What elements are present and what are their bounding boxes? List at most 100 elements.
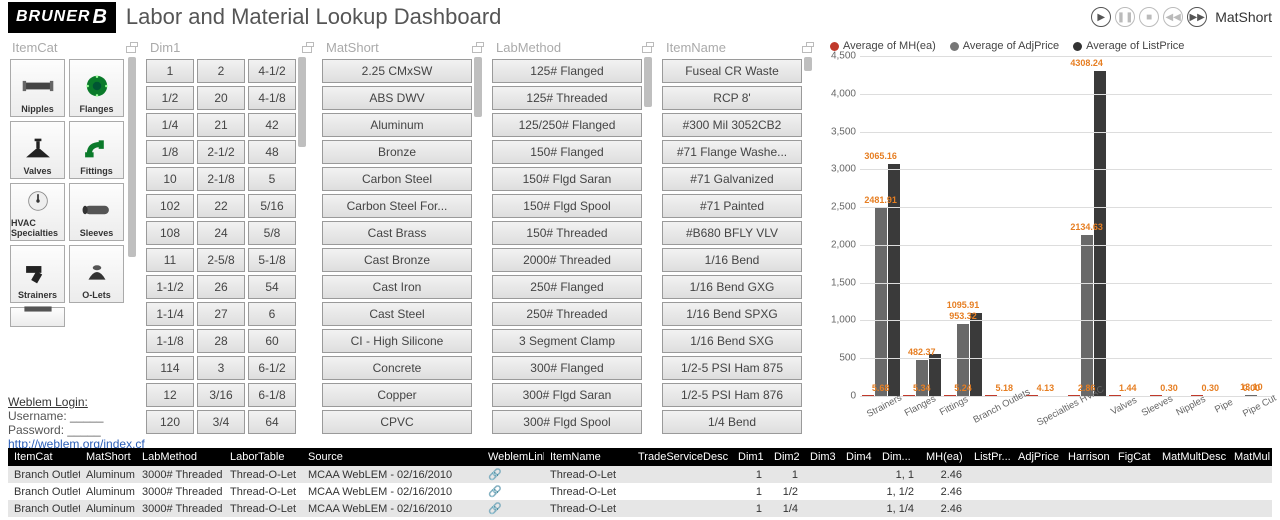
dim1-option[interactable]: 1/4 [146, 113, 194, 137]
labmethod-option[interactable]: 300# Flgd Spool [492, 410, 642, 434]
pause-icon[interactable]: ❚❚ [1115, 7, 1135, 27]
column-header[interactable]: LaborTable [224, 448, 302, 466]
column-header[interactable]: ItemName [544, 448, 632, 466]
link-icon[interactable]: 🔗 [488, 503, 502, 515]
column-header[interactable]: AdjPrice [1012, 448, 1062, 466]
itemname-option[interactable]: #71 Flange Washe... [662, 140, 802, 164]
dim1-option[interactable]: 22 [197, 194, 245, 218]
dim1-option[interactable]: 5/16 [248, 194, 296, 218]
itemname-option[interactable]: RCP 8' [662, 86, 802, 110]
itemname-option[interactable]: #71 Galvanized [662, 167, 802, 191]
dim1-option[interactable]: 27 [197, 302, 245, 326]
dim1-option[interactable]: 48 [248, 140, 296, 164]
dim1-option[interactable]: 54 [248, 275, 296, 299]
clear-filter-icon[interactable] [124, 42, 138, 54]
itemname-option[interactable]: #71 Painted [662, 194, 802, 218]
dim1-option[interactable]: 42 [248, 113, 296, 137]
dim1-option[interactable]: 1-1/4 [146, 302, 194, 326]
column-header[interactable]: MatMultDesc [1156, 448, 1228, 466]
bar[interactable] [1094, 71, 1106, 397]
dim1-option[interactable]: 5-1/8 [248, 248, 296, 272]
dim1-option[interactable]: 120 [146, 410, 194, 434]
matshort-option[interactable]: Aluminum [322, 113, 472, 137]
column-header[interactable]: Source [302, 448, 482, 466]
labmethod-option[interactable]: 125# Flanged [492, 59, 642, 83]
link-icon[interactable]: 🔗 [488, 469, 502, 481]
column-header[interactable]: Dim2 [768, 448, 804, 466]
dim1-option[interactable]: 64 [248, 410, 296, 434]
clear-filter-icon[interactable] [800, 42, 814, 54]
matshort-option[interactable]: Cast Steel [322, 302, 472, 326]
dim1-option[interactable]: 24 [197, 221, 245, 245]
dim1-option[interactable]: 26 [197, 275, 245, 299]
matshort-option[interactable]: Carbon Steel For... [322, 194, 472, 218]
dim1-option[interactable]: 6-1/2 [248, 356, 296, 380]
table-row[interactable]: Branch OutletsAluminum3000# ThreadedThre… [8, 483, 1272, 500]
column-header[interactable]: WeblemLink [482, 448, 544, 466]
dim1-option[interactable]: 11 [146, 248, 194, 272]
dim1-option[interactable]: 4-1/8 [248, 86, 296, 110]
link-icon[interactable]: 🔗 [488, 486, 502, 498]
column-header[interactable]: Dim1 [732, 448, 768, 466]
dim1-option[interactable]: 20 [197, 86, 245, 110]
matshort-option[interactable]: CPVC [322, 410, 472, 434]
dim1-option[interactable]: 1-1/8 [146, 329, 194, 353]
dim1-option[interactable]: 102 [146, 194, 194, 218]
dim1-option[interactable]: 1/8 [146, 140, 194, 164]
itemcat-tile[interactable]: Nipples [10, 59, 65, 117]
column-header[interactable]: TradeServiceDesc [632, 448, 732, 466]
stop-icon[interactable]: ■ [1139, 7, 1159, 27]
itemcat-tile[interactable]: Fittings [69, 121, 124, 179]
scrollbar[interactable] [128, 57, 136, 437]
column-header[interactable]: LabMethod [136, 448, 224, 466]
dim1-option[interactable]: 5 [248, 167, 296, 191]
column-header[interactable]: Dim4 [840, 448, 876, 466]
matshort-option[interactable]: Cast Brass [322, 221, 472, 245]
dim1-option[interactable]: 3/16 [197, 383, 245, 407]
dim1-option[interactable]: 1-1/2 [146, 275, 194, 299]
bar[interactable] [875, 208, 887, 396]
column-header[interactable]: Dim3 [804, 448, 840, 466]
itemname-option[interactable]: 1/16 Bend [662, 248, 802, 272]
column-header[interactable]: ItemCat [8, 448, 80, 466]
column-header[interactable]: MH(ea) [920, 448, 968, 466]
dim1-option[interactable]: 108 [146, 221, 194, 245]
dim1-option[interactable]: 1 [146, 59, 194, 83]
scrollbar[interactable] [298, 57, 306, 437]
clear-filter-icon[interactable] [470, 42, 484, 54]
dim1-option[interactable]: 1/2 [146, 86, 194, 110]
dim1-option[interactable]: 5/8 [248, 221, 296, 245]
labmethod-option[interactable]: 2000# Threaded [492, 248, 642, 272]
column-header[interactable]: MatMul [1228, 448, 1272, 466]
dim1-option[interactable]: 3 [197, 356, 245, 380]
itemcat-tile[interactable]: Flanges [69, 59, 124, 117]
clear-filter-icon[interactable] [300, 42, 314, 54]
clear-filter-icon[interactable] [640, 42, 654, 54]
itemcat-tile[interactable]: Sleeves [69, 183, 124, 241]
bar[interactable] [970, 313, 982, 396]
labmethod-option[interactable]: 125# Threaded [492, 86, 642, 110]
itemcat-tile[interactable] [10, 307, 65, 327]
dim1-option[interactable]: 12 [146, 383, 194, 407]
next-icon[interactable]: ▶▶ [1187, 7, 1207, 27]
dim1-option[interactable]: 10 [146, 167, 194, 191]
itemname-option[interactable]: 1/16 Bend SPXG [662, 302, 802, 326]
dim1-option[interactable]: 2 [197, 59, 245, 83]
column-header[interactable]: MatShort [80, 448, 136, 466]
itemname-option[interactable]: 1/2-5 PSI Ham 876 [662, 383, 802, 407]
labmethod-option[interactable]: 150# Flgd Spool [492, 194, 642, 218]
labmethod-option[interactable]: 150# Threaded [492, 221, 642, 245]
table-row[interactable]: Branch OutletsAluminum3000# ThreadedThre… [8, 500, 1272, 517]
dim1-option[interactable]: 60 [248, 329, 296, 353]
play-icon[interactable]: ▶ [1091, 7, 1111, 27]
dim1-option[interactable]: 6-1/8 [248, 383, 296, 407]
dim1-option[interactable]: 2-1/2 [197, 140, 245, 164]
bar[interactable] [1081, 235, 1093, 396]
itemname-option[interactable]: #300 Mil 3052CB2 [662, 113, 802, 137]
dim1-option[interactable]: 3/4 [197, 410, 245, 434]
labmethod-option[interactable]: 125/250# Flanged [492, 113, 642, 137]
table-row[interactable]: Branch OutletsAluminum3000# ThreadedThre… [8, 466, 1272, 483]
labmethod-option[interactable]: 250# Threaded [492, 302, 642, 326]
itemname-option[interactable]: 1/16 Bend SXG [662, 329, 802, 353]
itemname-option[interactable]: #B680 BFLY VLV [662, 221, 802, 245]
